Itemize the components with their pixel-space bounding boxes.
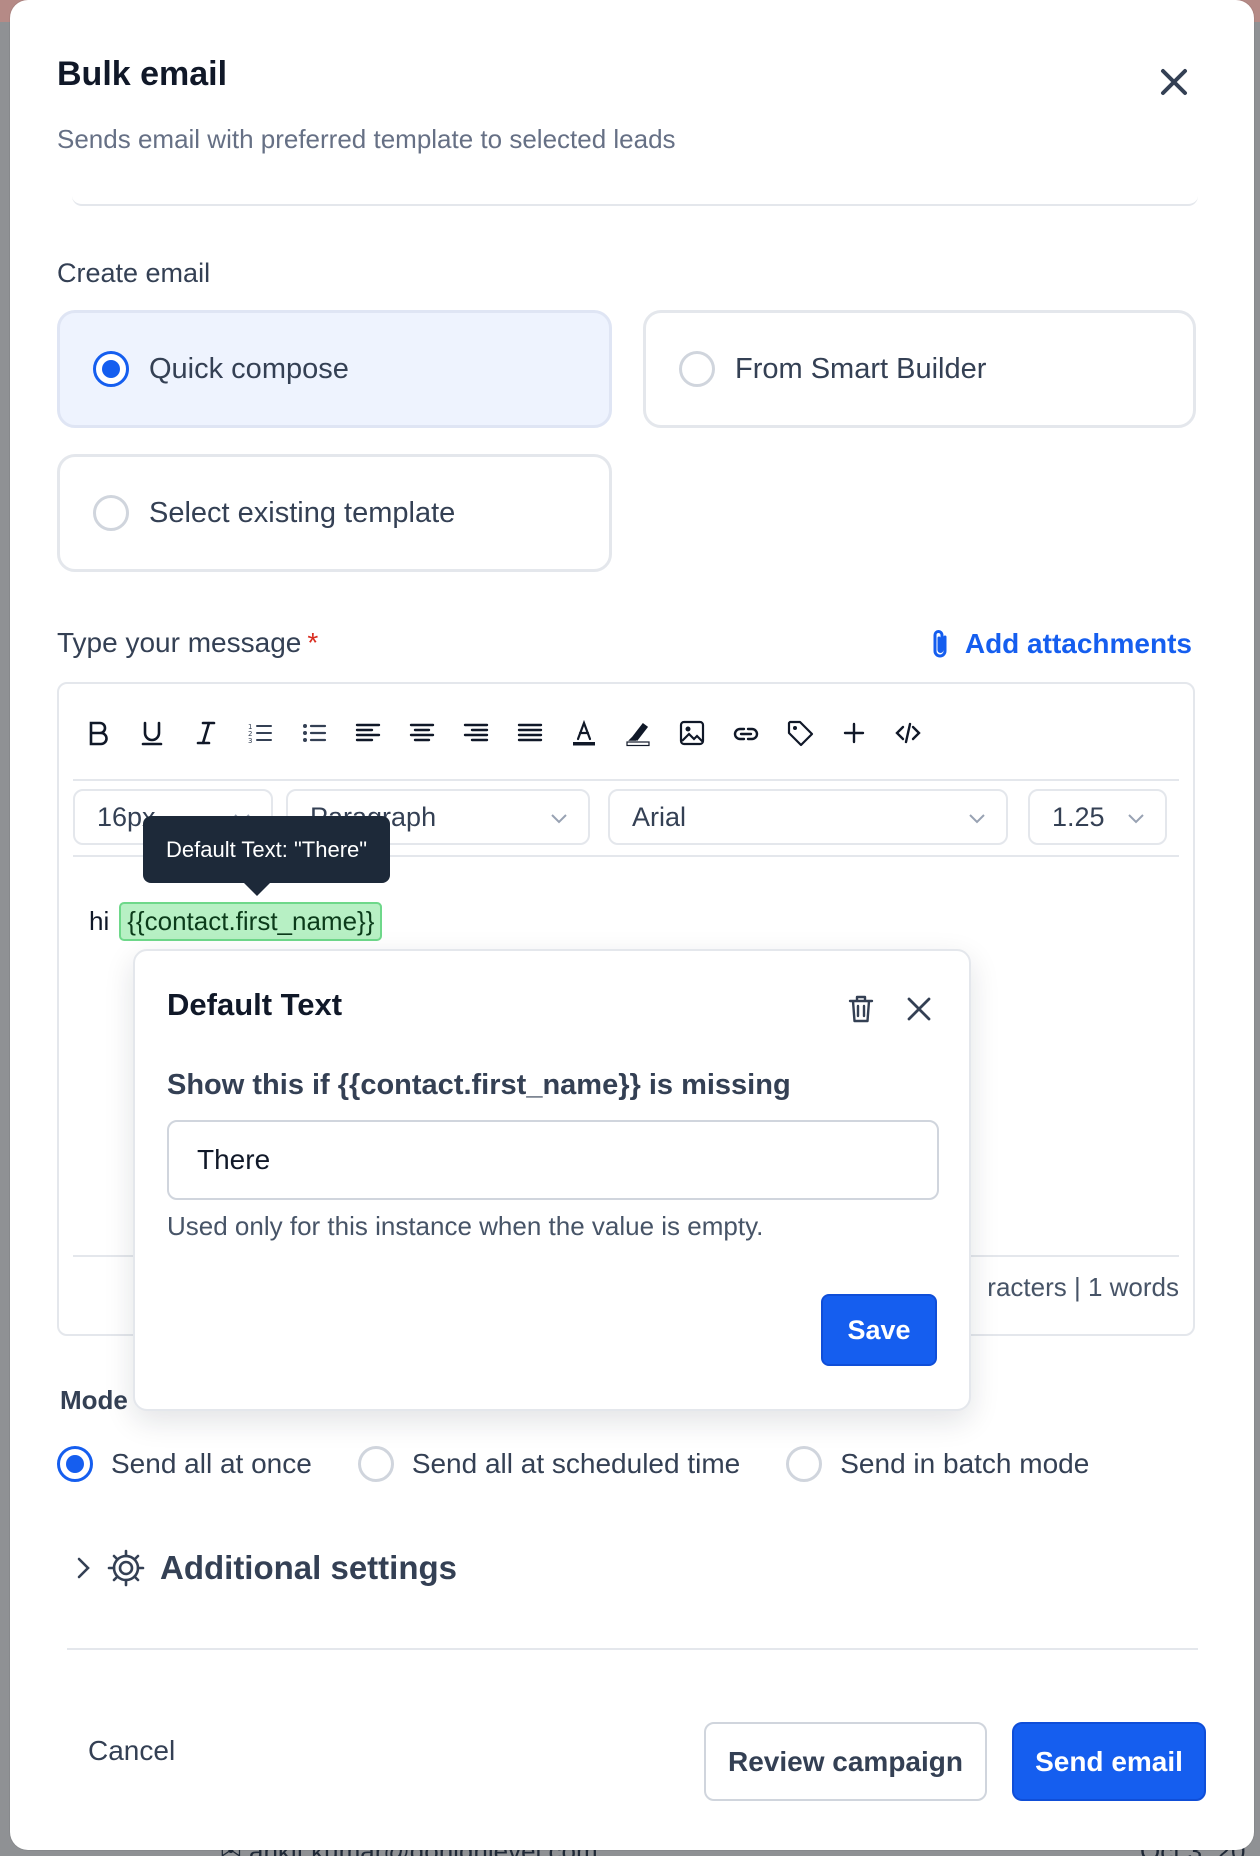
send-all-at-once-label: Send all at once: [111, 1448, 312, 1479]
radio-send-scheduled[interactable]: [357, 1446, 394, 1482]
highlight-icon[interactable]: [611, 706, 665, 760]
default-text-popover: Default Text Show this if {{contact.firs…: [133, 949, 971, 1411]
additional-settings-toggle[interactable]: Additional settings: [72, 1548, 457, 1588]
default-text-input[interactable]: [167, 1120, 939, 1200]
mode-options: Send all at once Send all at scheduled t…: [57, 1446, 1129, 1482]
mode-send-batch[interactable]: Send in batch mode: [786, 1446, 1089, 1482]
default-text-help: Used only for this instance when the val…: [167, 1211, 764, 1241]
chevron-down-icon: [551, 814, 567, 824]
modal-subtitle: Sends email with preferred template to s…: [57, 124, 676, 154]
send-email-button[interactable]: Send email: [1012, 1722, 1206, 1801]
existing-template-option[interactable]: Select existing template: [57, 454, 612, 572]
add-attachments-label: Add attachments: [964, 628, 1192, 659]
mode-send-scheduled[interactable]: Send all at scheduled time: [357, 1446, 741, 1482]
ordered-list-icon[interactable]: 123: [233, 706, 287, 760]
align-right-icon[interactable]: [449, 706, 503, 760]
merge-tag-tooltip: Default Text: "There": [143, 816, 391, 896]
chevron-down-icon: [1128, 814, 1144, 824]
send-scheduled-label: Send all at scheduled time: [411, 1448, 741, 1479]
gear-icon: [107, 1549, 145, 1587]
align-left-icon[interactable]: [341, 706, 395, 760]
radio-smart-builder[interactable]: [679, 351, 715, 387]
quick-compose-label: Quick compose: [149, 352, 349, 385]
add-attachments-button[interactable]: Add attachments: [927, 627, 1192, 661]
existing-template-label: Select existing template: [149, 496, 456, 529]
bullet-list-icon[interactable]: [287, 706, 341, 760]
send-batch-label: Send in batch mode: [840, 1448, 1090, 1479]
smart-builder-label: From Smart Builder: [735, 352, 987, 385]
font-family-value: Arial: [632, 801, 687, 832]
editor-content[interactable]: hi {{contact.first_name}}: [89, 902, 383, 941]
line-height-value: 1.25: [1052, 801, 1105, 832]
font-family-select[interactable]: Arial: [608, 789, 1008, 845]
align-justify-icon[interactable]: [503, 706, 557, 760]
close-icon[interactable]: [903, 993, 935, 1025]
plus-icon[interactable]: [827, 706, 881, 760]
default-text-label: Show this if {{contact.first_name}} is m…: [167, 1069, 791, 1101]
message-label: Type your message *: [57, 627, 319, 658]
additional-settings-label: Additional settings: [160, 1549, 457, 1586]
close-icon[interactable]: [1154, 62, 1194, 102]
smart-builder-option[interactable]: From Smart Builder: [643, 310, 1196, 428]
mode-send-all-at-once[interactable]: Send all at once: [57, 1446, 312, 1482]
radio-existing-template[interactable]: [93, 495, 129, 531]
review-campaign-button[interactable]: Review campaign: [704, 1722, 987, 1801]
underline-icon[interactable]: [125, 706, 179, 760]
bulk-email-modal: Bulk email Sends email with preferred te…: [10, 0, 1254, 1850]
radio-send-all-at-once[interactable]: [57, 1446, 93, 1482]
code-icon[interactable]: [881, 706, 935, 760]
chevron-right-icon: [77, 1557, 90, 1579]
link-icon[interactable]: [719, 706, 773, 760]
paperclip-icon: [933, 630, 947, 658]
svg-text:3: 3: [248, 737, 252, 745]
modal-title: Bulk email: [57, 55, 228, 93]
required-mark: *: [307, 627, 319, 658]
editor-toolbar: 123: [71, 704, 935, 762]
align-center-icon[interactable]: [395, 706, 449, 760]
tag-icon[interactable]: [773, 706, 827, 760]
section-divider: [72, 196, 1198, 206]
bold-icon[interactable]: [71, 706, 125, 760]
create-email-label: Create email: [57, 258, 211, 288]
italic-icon[interactable]: [179, 706, 233, 760]
merge-tag-first-name[interactable]: {{contact.first_name}}: [119, 902, 383, 941]
save-button[interactable]: Save: [821, 1294, 937, 1366]
image-icon[interactable]: [665, 706, 719, 760]
popover-title: Default Text: [167, 987, 343, 1022]
quick-compose-option[interactable]: Quick compose: [57, 310, 612, 428]
toolbar-divider: [73, 779, 1179, 781]
trash-icon[interactable]: [843, 991, 879, 1027]
footer-divider: [67, 1648, 1198, 1650]
text-color-icon[interactable]: [557, 706, 611, 760]
line-height-select[interactable]: 1.25: [1028, 789, 1167, 845]
radio-quick-compose[interactable]: [93, 351, 129, 387]
cancel-button[interactable]: Cancel: [88, 1735, 175, 1767]
mode-label: Mode: [60, 1385, 128, 1415]
character-word-counter: racters | 1 words: [987, 1272, 1179, 1302]
body-text: hi: [89, 906, 110, 936]
radio-send-batch[interactable]: [786, 1446, 823, 1482]
chevron-down-icon: [969, 814, 985, 824]
